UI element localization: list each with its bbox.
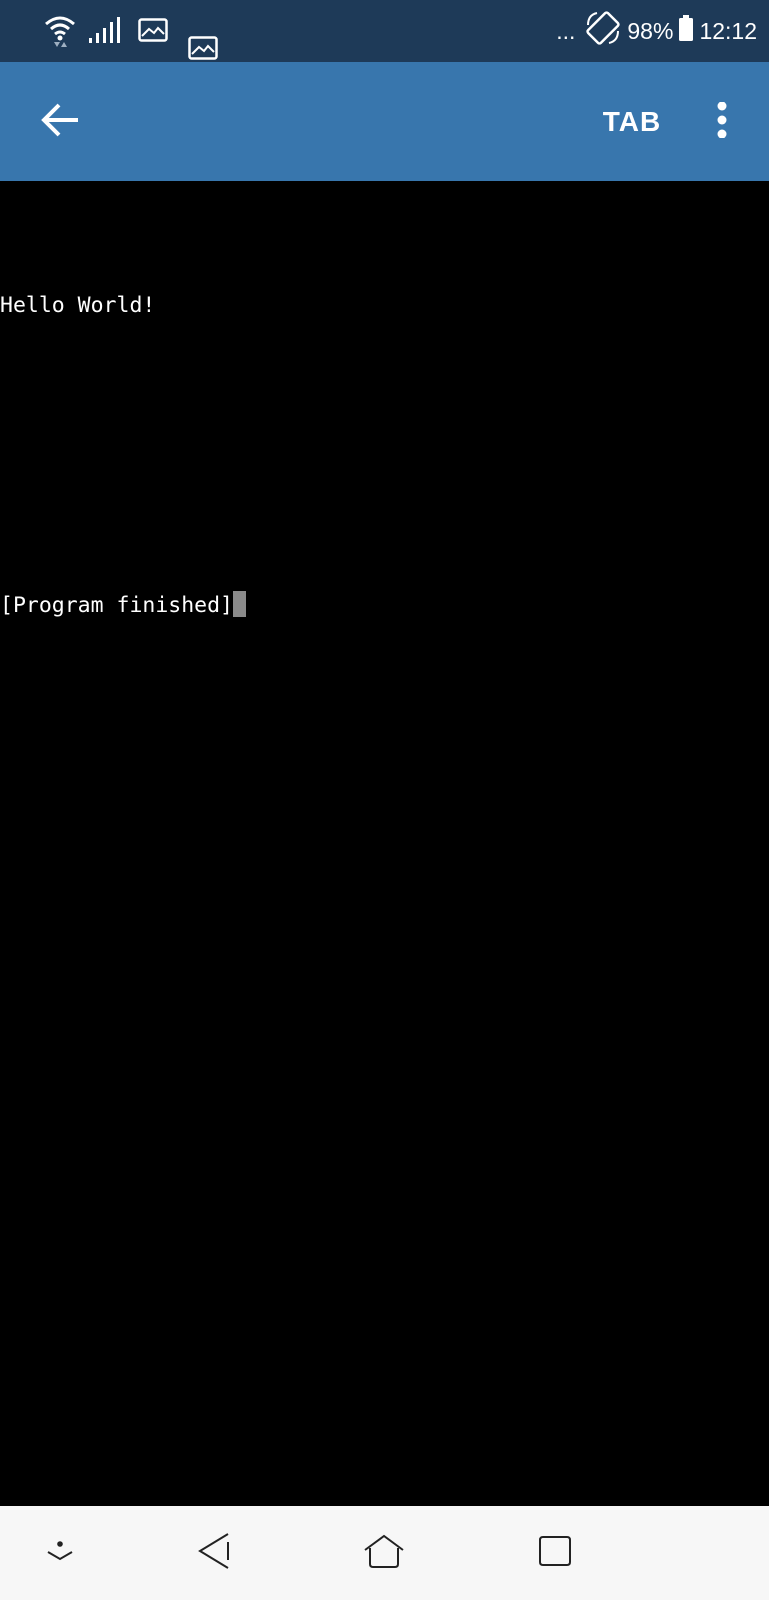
auto-rotate-icon: [585, 11, 621, 51]
app-bar: TAB: [0, 62, 769, 181]
more-vertical-icon: [716, 101, 728, 143]
terminal-line-last: [Program finished]: [0, 581, 769, 631]
recents-button[interactable]: [525, 1523, 585, 1583]
signal-icon: [88, 16, 120, 49]
clock: 12:12: [699, 17, 757, 44]
navigation-bar: [0, 1506, 769, 1600]
back-triangle-icon: [197, 1532, 231, 1575]
hide-keyboard-icon: [45, 1540, 75, 1567]
image-notification-icon: [138, 18, 168, 47]
overflow-menu-button[interactable]: [694, 86, 750, 158]
status-bar: ... 98% 12:12: [0, 0, 769, 62]
screen: ... 98% 12:12 TAB Hello World! [Program …: [0, 0, 769, 1600]
terminal-line: Hello World!: [0, 293, 156, 318]
back-button[interactable]: [24, 86, 96, 158]
terminal-cursor: [233, 591, 246, 617]
home-icon: [363, 1533, 405, 1574]
battery-percent: 98%: [627, 17, 674, 44]
overflow-dots: ...: [556, 17, 576, 44]
nav-back-button[interactable]: [184, 1523, 244, 1583]
terminal-line-text: [Program finished]: [0, 593, 233, 618]
recents-icon: [536, 1535, 574, 1572]
home-button[interactable]: [354, 1523, 414, 1583]
tab-button[interactable]: TAB: [592, 92, 672, 152]
status-right-group: ... 98% 12:12: [556, 0, 757, 62]
terminal-view[interactable]: Hello World! [Program finished]: [0, 181, 769, 1506]
arrow-left-icon: [40, 102, 80, 143]
image-notification-icon: [188, 36, 218, 65]
hide-keyboard-button[interactable]: [30, 1523, 90, 1583]
battery-icon: [679, 15, 694, 47]
wifi-icon: [44, 14, 76, 53]
